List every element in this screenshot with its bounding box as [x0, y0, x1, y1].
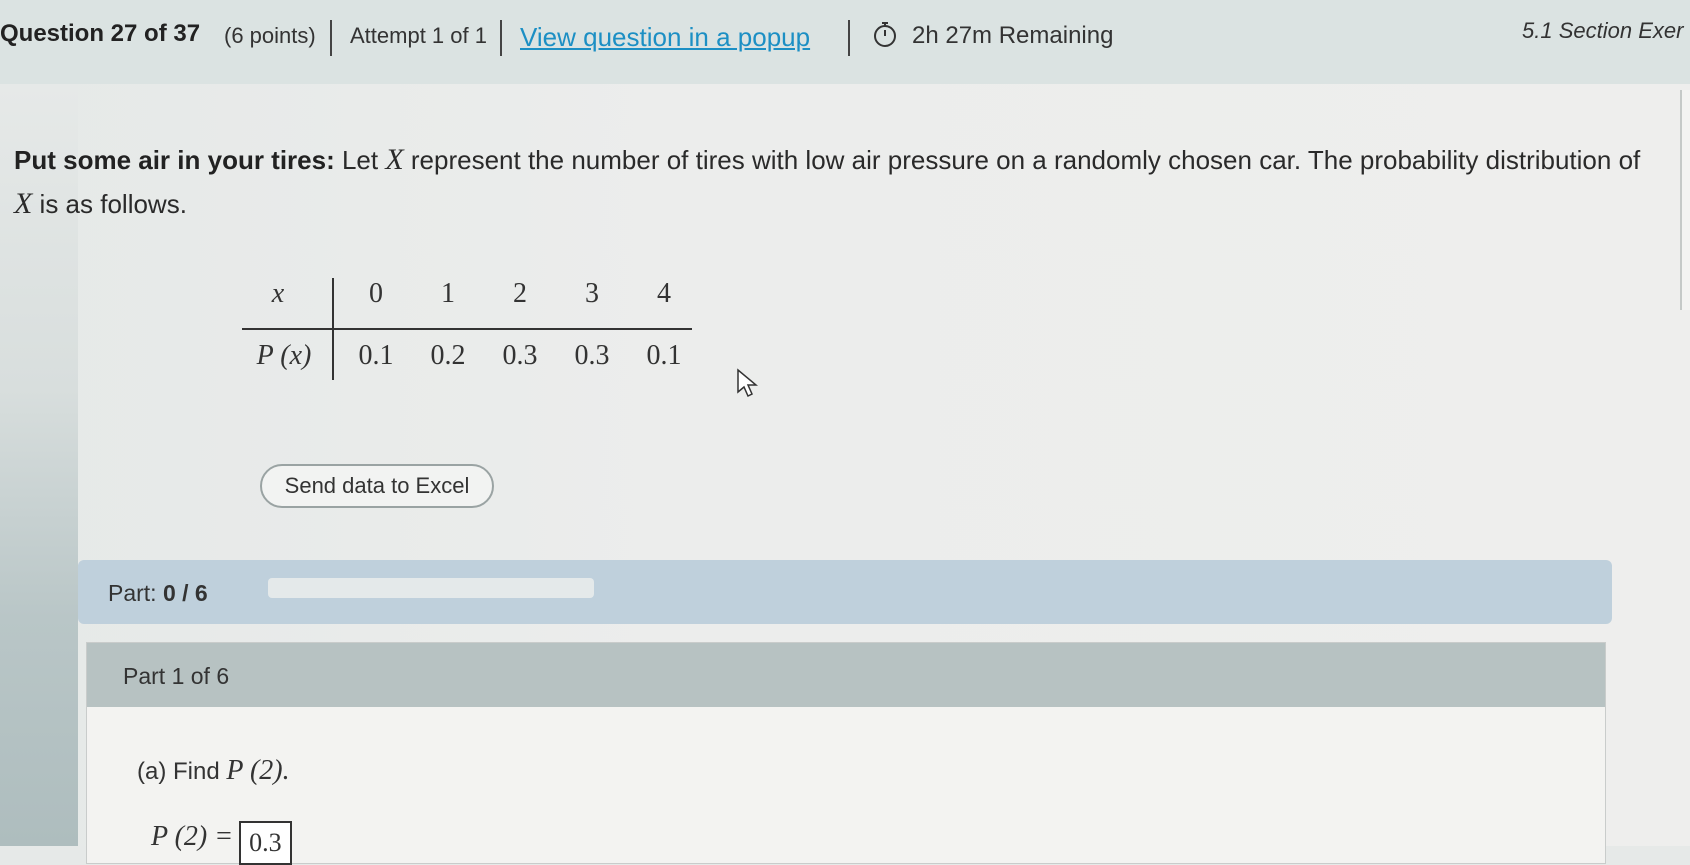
prompt-text: (a) Find — [137, 758, 227, 785]
p-value: 0.1 — [358, 340, 394, 371]
question-counter: Question 27 of 37 — [0, 20, 201, 47]
p-value: 0.3 — [574, 340, 610, 371]
part-progress-bar: Part: 0 / 6 — [78, 560, 1612, 624]
section-title: 5.1 Section Exer — [1522, 18, 1684, 43]
question-text: Put some air in your tires: Let X repres… — [14, 138, 1654, 226]
x-value: 0 — [369, 278, 383, 309]
part-1-prompt: (a) Find P (2). — [137, 755, 290, 787]
part-label-text: Part: — [108, 580, 157, 606]
x-value: 2 — [513, 278, 527, 309]
x-value: 4 — [657, 278, 671, 309]
header-bar: Question 27 of 37 (6 points) Attempt 1 o… — [0, 0, 1690, 84]
question-text-part: is as follows. — [32, 189, 187, 219]
x-value: 3 — [585, 278, 599, 309]
part-progress-value: 0 / 6 — [162, 580, 208, 606]
view-popup-link[interactable]: View question in a popup — [520, 22, 810, 53]
question-points: (6 points) — [224, 23, 316, 48]
attempt-counter: Attempt 1 of 1 — [350, 23, 487, 48]
question-lead: Put some air in your tires: — [14, 145, 335, 175]
part-1-header: Part 1 of 6 — [87, 643, 1605, 707]
mouse-cursor-icon — [737, 368, 758, 398]
header-divider — [848, 20, 850, 56]
x-row: x 0 1 2 3 4 — [242, 278, 692, 328]
answer-input[interactable]: 0.3 — [239, 821, 292, 865]
part-progress-label: Part: 0 / 6 — [108, 580, 208, 607]
math-variable: X — [385, 143, 404, 176]
part-1-answer: P (2) = 0.3 — [151, 821, 292, 865]
stopwatch-icon — [874, 22, 896, 47]
time-remaining: 2h 27m Remaining — [912, 22, 1114, 49]
question-text-part: Let — [334, 145, 386, 175]
header-divider — [500, 20, 502, 56]
p-value: 0.3 — [502, 340, 538, 371]
table-divider — [242, 328, 692, 330]
right-panel-edge[interactable] — [1680, 90, 1690, 310]
part-1-title: Part 1 of 6 — [123, 663, 230, 689]
header-divider — [330, 20, 332, 56]
question-text-part: represent the number of tires with low a… — [403, 145, 1641, 175]
p-value: 0.1 — [646, 340, 682, 371]
answer-lhs: P (2) = — [151, 821, 234, 852]
p-header: P (x) — [256, 340, 312, 371]
prompt-math: P (2). — [226, 755, 290, 786]
send-to-excel-button[interactable]: Send data to Excel — [260, 464, 494, 508]
math-variable: X — [14, 187, 33, 220]
progress-track — [268, 578, 594, 598]
x-value: 1 — [441, 278, 455, 309]
p-row: P (x) 0.1 0.2 0.3 0.3 0.1 — [242, 340, 692, 390]
p-value: 0.2 — [430, 340, 466, 371]
part-1-panel: Part 1 of 6 (a) Find P (2). P (2) = 0.3 — [86, 642, 1606, 865]
x-header: x — [271, 278, 285, 309]
